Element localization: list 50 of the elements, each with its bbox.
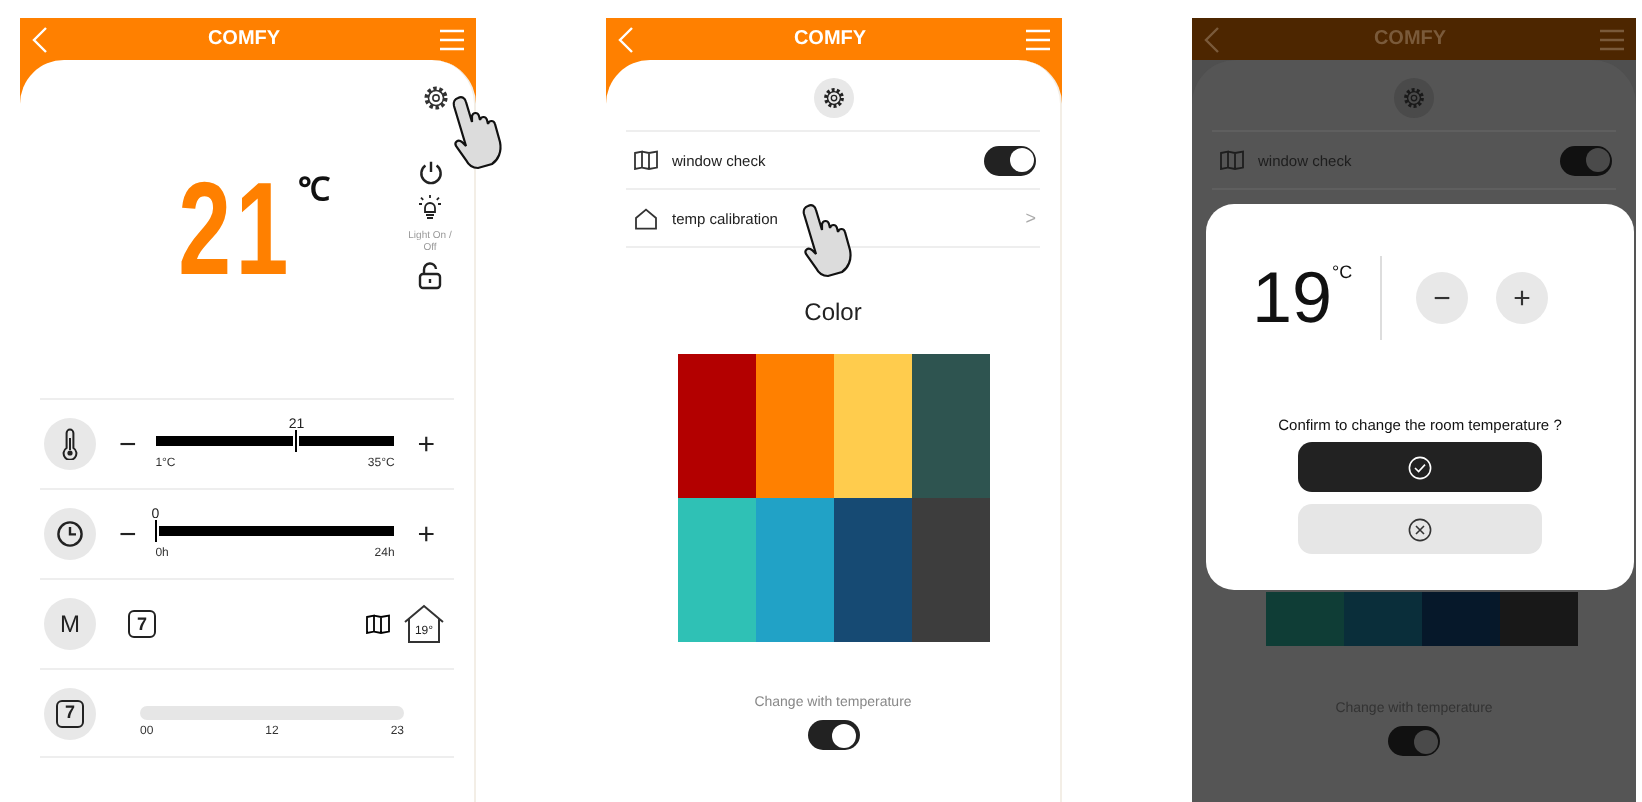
mode-button[interactable]: M <box>44 598 96 650</box>
toggle-switch[interactable] <box>984 145 1036 175</box>
temperature-reading: 21 <box>177 161 293 293</box>
app-title: COMFY <box>791 28 869 50</box>
close-icon <box>1408 517 1432 541</box>
schedule-button[interactable]: 7 <box>44 687 96 739</box>
plus-button[interactable]: + <box>410 429 442 459</box>
clock-icon <box>56 520 84 548</box>
temperature-reading: 19 <box>1252 262 1333 334</box>
toggle-switch[interactable] <box>1388 726 1440 756</box>
window-icon <box>634 150 658 170</box>
minus-button[interactable]: − <box>112 429 144 459</box>
slider-thumb[interactable] <box>152 518 159 545</box>
color-swatch[interactable] <box>677 498 755 642</box>
color-swatch[interactable] <box>833 354 911 498</box>
toggle-switch[interactable] <box>807 720 859 750</box>
back-icon[interactable] <box>1204 25 1220 53</box>
color-swatch[interactable] <box>911 498 989 642</box>
slider-thumb[interactable] <box>293 428 300 455</box>
plus-button[interactable]: + <box>1496 272 1548 324</box>
color-title: Color <box>802 298 864 326</box>
color-swatch[interactable] <box>755 498 833 642</box>
window-icon <box>366 614 390 634</box>
thermometer-icon <box>60 428 80 460</box>
power-icon[interactable] <box>417 160 443 186</box>
temperature-unit: °C <box>1332 262 1353 282</box>
calendar-icon: 7 <box>56 699 84 727</box>
menu-icon[interactable] <box>1600 27 1624 51</box>
color-swatch[interactable] <box>911 354 989 498</box>
unlock-icon[interactable] <box>418 262 442 290</box>
window-icon <box>1220 150 1244 170</box>
color-swatch[interactable] <box>833 498 911 642</box>
color-swatch[interactable] <box>677 354 755 498</box>
house-icon <box>634 207 658 229</box>
color-swatch[interactable] <box>755 354 833 498</box>
calendar-icon: 7 <box>128 610 156 638</box>
gear-icon[interactable] <box>422 84 450 112</box>
thermometer-button[interactable] <box>44 418 96 470</box>
toggle-switch[interactable] <box>1560 145 1612 175</box>
light-bulb-icon[interactable] <box>416 194 444 222</box>
clock-button[interactable] <box>44 508 96 560</box>
check-icon <box>1408 455 1432 479</box>
minus-button[interactable]: − <box>1416 272 1468 324</box>
temperature-unit: ℃ <box>298 171 331 209</box>
app-title: COMFY <box>205 28 283 50</box>
plus-button[interactable]: + <box>410 519 442 549</box>
confirm-button[interactable] <box>1298 442 1542 492</box>
minus-button[interactable]: − <box>112 519 144 549</box>
gear-icon[interactable] <box>821 86 845 110</box>
app-title: COMFY <box>1371 28 1449 50</box>
